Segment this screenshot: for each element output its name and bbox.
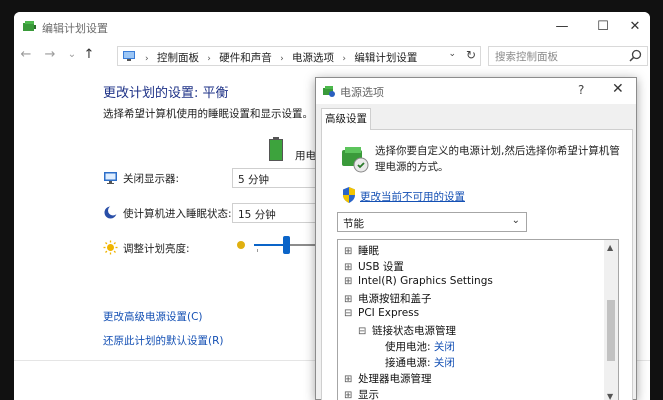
tree-item-label: 使用电池: <box>385 341 431 353</box>
breadcrumb-separator-icon: › <box>280 54 284 64</box>
tree-scrollbar[interactable]: ▲ ▼ <box>604 240 618 400</box>
sleep-label: 使计算机进入睡眠状态: <box>123 208 232 220</box>
restore-defaults-link[interactable]: 还原此计划的默认设置(R) <box>103 333 224 348</box>
tree-item[interactable]: ⊞ 电源按钮和盖子 <box>344 291 432 307</box>
dialog-title: 电源选项 <box>340 86 384 99</box>
tree-item[interactable]: ⊞ Intel(R) Graphics Settings <box>344 275 493 291</box>
tree-item[interactable]: 接通电源: 关闭 <box>385 355 455 371</box>
power-plan-value: 节能 <box>343 218 364 230</box>
monitor-icon <box>104 172 117 184</box>
brightness-slider[interactable] <box>237 236 327 256</box>
refresh-icon[interactable]: ↻ <box>466 48 476 62</box>
breadcrumb-control-panel[interactable]: 控制面板 <box>157 52 199 64</box>
battery-icon <box>269 137 283 161</box>
expand-icon[interactable]: ⊞ <box>344 374 353 385</box>
breadcrumb-hardware-sound[interactable]: 硬件和声音 <box>219 52 272 64</box>
brightness-label: 调整计划亮度: <box>123 243 190 255</box>
tab-advanced-settings[interactable]: 高级设置 <box>321 108 371 130</box>
help-button[interactable]: ? <box>578 83 584 97</box>
page-subtitle: 选择希望计算机使用的睡眠设置和显示设置。 <box>103 108 313 120</box>
tree-item-value[interactable]: 关闭 <box>434 357 455 369</box>
chevron-down-icon: ⌄ <box>511 215 520 226</box>
breadcrumb-edit-plan[interactable]: 编辑计划设置 <box>354 52 417 64</box>
page-title: 更改计划的设置: 平衡 <box>103 86 229 101</box>
small-sun-icon <box>237 241 245 249</box>
up-arrow-icon[interactable]: ↑ <box>81 46 97 64</box>
close-window-button[interactable]: ✕ <box>621 18 649 36</box>
uac-shield-icon <box>343 187 355 203</box>
recent-locations-icon[interactable]: ⌄ <box>64 46 80 64</box>
tree-item-label: Intel(R) Graphics Settings <box>358 275 493 287</box>
tree-item[interactable]: ⊞ 显示 <box>344 387 379 400</box>
display-off-select[interactable]: 5 分钟 <box>232 168 322 188</box>
expand-icon[interactable]: ⊞ <box>344 276 353 287</box>
tree-item-label: 链接状态电源管理 <box>372 325 456 337</box>
tree-item[interactable]: ⊟ PCI Express <box>344 307 419 323</box>
tree-item[interactable]: 使用电池: 关闭 <box>385 339 455 355</box>
tree-item-label: PCI Express <box>358 307 420 319</box>
window-title: 编辑计划设置 <box>42 22 108 35</box>
minimize-button[interactable]: — <box>548 18 576 36</box>
tree-item-label: 接通电源: <box>385 357 431 369</box>
tree-item-label: 电源按钮和盖子 <box>358 293 432 305</box>
tree-item-label: USB 设置 <box>358 261 404 273</box>
expand-icon[interactable]: ⊞ <box>344 262 353 273</box>
tree-item-label: 睡眠 <box>358 245 379 257</box>
control-panel-icon <box>123 51 135 61</box>
tree-item[interactable]: ⊞ USB 设置 <box>344 259 404 275</box>
display-off-label: 关闭显示器: <box>123 173 180 185</box>
dialog-title-bar: 电源选项 ? ✕ <box>316 78 636 104</box>
slider-tick <box>257 249 258 252</box>
settings-tree[interactable]: ▲ ▼ ⊞ 睡眠 ⊞ USB 设置 ⊞ Intel(R) Graphics Setting… <box>337 239 619 400</box>
advanced-settings-panel: 选择你要自定义的电源计划,然后选择你希望计算机管理电源的方式。 更改当前不可用的… <box>321 129 633 400</box>
tree-item[interactable]: ⊞ 睡眠 <box>344 243 379 259</box>
title-bar: 编辑计划设置 — ☐ ✕ <box>14 12 650 42</box>
expand-icon[interactable]: ⊞ <box>344 294 353 305</box>
breadcrumb-separator-icon: › <box>342 54 346 64</box>
power-plan-icon <box>323 86 335 97</box>
scroll-down-icon[interactable]: ▼ <box>607 392 613 400</box>
tree-item-label: 显示 <box>358 389 379 400</box>
on-battery-label: 用电 <box>295 150 316 162</box>
tree-item-label: 处理器电源管理 <box>358 373 432 385</box>
scroll-up-icon[interactable]: ▲ <box>607 243 613 252</box>
sun-icon <box>103 240 118 255</box>
breadcrumb-power-options[interactable]: 电源选项 <box>292 52 334 64</box>
advanced-power-settings-link[interactable]: 更改高级电源设置(C) <box>103 309 203 324</box>
tree-item[interactable]: ⊞ 处理器电源管理 <box>344 371 432 387</box>
search-input[interactable] <box>495 49 623 64</box>
power-plan-select[interactable]: 节能 ⌄ <box>337 212 527 232</box>
back-arrow-icon[interactable]: ← <box>18 46 34 64</box>
address-dropdown-icon[interactable]: ⌄ <box>448 49 456 59</box>
breadcrumb-separator-icon: › <box>207 54 211 64</box>
collapse-icon[interactable]: ⊟ <box>344 308 353 319</box>
dialog-description: 选择你要自定义的电源计划,然后选择你希望计算机管理电源的方式。 <box>375 145 620 173</box>
tree-item-value[interactable]: 关闭 <box>434 341 455 353</box>
sleep-select[interactable]: 15 分钟 <box>232 203 322 223</box>
maximize-button[interactable]: ☐ <box>589 18 617 36</box>
power-plan-large-icon <box>342 147 369 173</box>
breadcrumb-separator-icon: › <box>145 54 149 64</box>
change-unavailable-settings-link[interactable]: 更改当前不可用的设置 <box>360 189 465 204</box>
tree-item[interactable]: ⊟ 链接状态电源管理 <box>358 323 456 339</box>
moon-icon <box>104 205 118 219</box>
search-icon[interactable] <box>629 49 642 62</box>
collapse-icon[interactable]: ⊟ <box>358 326 367 337</box>
power-options-icon <box>23 21 36 31</box>
power-options-dialog: 电源选项 ? ✕ 高级设置 选择你要自定义的电源计划,然后选择你希望计算机管理电… <box>315 77 637 400</box>
scroll-thumb[interactable] <box>607 300 615 361</box>
forward-arrow-icon[interactable]: → <box>42 46 58 64</box>
search-box[interactable] <box>488 46 648 66</box>
address-bar[interactable]: › 控制面板 › 硬件和声音 › 电源选项 › 编辑计划设置 ⌄ ↻ <box>117 46 481 66</box>
expand-icon[interactable]: ⊞ <box>344 390 353 400</box>
dialog-close-button[interactable]: ✕ <box>612 81 624 97</box>
slider-fill <box>254 244 286 246</box>
expand-icon[interactable]: ⊞ <box>344 246 353 257</box>
address-row: ← → ⌄ ↑ › 控制面板 › 硬件和声音 › 电源选项 › 编辑计划设置 ⌄… <box>14 42 650 70</box>
breadcrumb: › 控制面板 › 硬件和声音 › 电源选项 › 编辑计划设置 <box>140 50 417 65</box>
slider-thumb[interactable] <box>282 236 290 254</box>
